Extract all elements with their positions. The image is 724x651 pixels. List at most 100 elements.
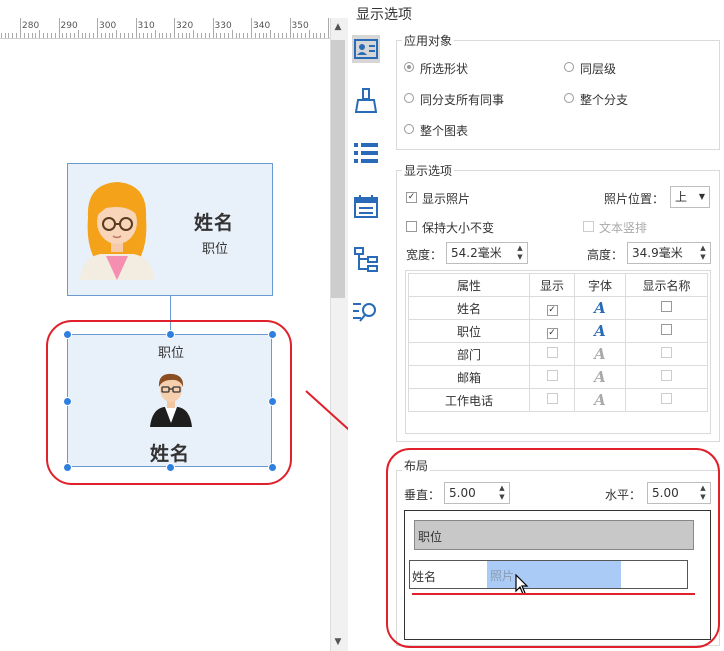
table-row[interactable]: 工作电话 A <box>408 388 708 412</box>
option-label: 同分支所有同事 <box>420 93 505 107</box>
ruler-minor-tick <box>8 33 10 38</box>
ruler-minor-tick <box>35 33 37 38</box>
ruler-minor-tick <box>62 33 64 38</box>
ruler-minor-tick <box>293 33 295 38</box>
hierarchy-icon[interactable] <box>352 246 380 274</box>
horizontal-ruler: 2802903003103203303403503 <box>0 18 330 39</box>
spin-up-icon[interactable]: ▲ <box>515 244 525 253</box>
ruler-minor-tick <box>89 33 91 38</box>
font-style-icon[interactable]: A <box>594 322 606 340</box>
apply-group-title: 应用对象 <box>402 32 455 49</box>
radio-same-level[interactable] <box>564 62 574 72</box>
height-value: 34.9毫米 <box>632 246 683 260</box>
radio-same-branch[interactable] <box>404 93 414 103</box>
option-label: 整个分支 <box>580 93 629 107</box>
scrollbar-thumb[interactable] <box>331 40 345 298</box>
ruler-minor-tick <box>31 33 33 38</box>
ruler-minor-tick <box>197 33 199 38</box>
width-spinner[interactable]: 54.2毫米 ▲ ▼ <box>446 242 528 264</box>
row-show-name-checkbox[interactable] <box>661 347 672 358</box>
row-show-name-checkbox[interactable] <box>661 324 672 335</box>
ruler-minor-tick <box>200 33 202 38</box>
radio-whole-branch[interactable] <box>564 93 574 103</box>
vertical-text-label: 文本竖排 <box>599 221 648 235</box>
ruler-minor-tick <box>166 33 168 38</box>
keep-size-checkbox[interactable] <box>406 221 417 232</box>
ruler-minor-tick <box>73 33 75 38</box>
attr-name: 邮箱 <box>408 365 530 389</box>
table-row[interactable]: 姓名 ✓ A <box>408 296 708 320</box>
ruler-minor-tick <box>147 33 149 38</box>
table-header-row: 属性 显示 字体 显示名称 <box>408 273 708 297</box>
font-style-icon[interactable]: A <box>594 391 606 409</box>
attr-name: 工作电话 <box>408 388 530 412</box>
calendar-icon[interactable] <box>352 192 380 220</box>
height-spinner[interactable]: 34.9毫米 ▲ ▼ <box>627 242 711 264</box>
row-show-checkbox[interactable]: ✓ <box>546 327 558 339</box>
ruler-minor-tick <box>235 33 237 38</box>
table-row[interactable]: 邮箱 A <box>408 365 708 389</box>
table-row[interactable]: 职位 ✓ A <box>408 319 708 343</box>
ruler-minor-tick <box>193 30 195 38</box>
header-attr: 属性 <box>408 273 530 297</box>
scroll-up-icon[interactable]: ▲ <box>333 22 343 32</box>
ruler-minor-tick <box>46 33 48 38</box>
photo-position-label: 照片位置： <box>604 192 665 206</box>
row-show-name-checkbox[interactable] <box>661 370 672 381</box>
ruler-minor-tick <box>177 33 179 38</box>
org-card-top[interactable]: 姓名 职位 <box>67 163 273 296</box>
photo-position-select[interactable]: 上 ▼ <box>670 186 710 208</box>
font-style-icon[interactable]: A <box>594 368 606 386</box>
ruler-minor-tick <box>185 33 187 38</box>
scroll-down-icon[interactable]: ▼ <box>333 637 343 647</box>
row-show-name-checkbox[interactable] <box>661 301 672 312</box>
ruler-major-tick <box>135 18 137 38</box>
spin-down-icon[interactable]: ▼ <box>698 253 708 262</box>
ruler-minor-tick <box>77 30 79 38</box>
ruler-minor-tick <box>81 33 83 38</box>
font-style-icon[interactable]: A <box>594 299 606 317</box>
ruler-minor-tick <box>277 33 279 38</box>
ruler-minor-tick <box>54 33 56 38</box>
font-style-icon[interactable]: A <box>594 345 606 363</box>
row-show-name-checkbox[interactable] <box>661 393 672 404</box>
ruler-minor-tick <box>297 33 299 38</box>
card-name: 姓名 <box>194 212 235 234</box>
vertical-text-checkbox[interactable] <box>583 221 594 232</box>
ruler-label: 310 <box>137 21 155 31</box>
ruler-minor-tick <box>108 33 110 38</box>
contact-card-icon[interactable] <box>352 35 380 63</box>
ruler-minor-tick <box>23 33 25 38</box>
header-font: 字体 <box>574 273 626 297</box>
radio-selected-shapes[interactable] <box>404 62 414 72</box>
table-row[interactable]: 部门 A <box>408 342 708 366</box>
ruler-minor-tick <box>320 33 322 38</box>
fill-bucket-icon[interactable] <box>352 87 380 115</box>
radio-whole-chart[interactable] <box>404 124 414 134</box>
ruler-minor-tick <box>43 33 45 38</box>
show-photo-checkbox[interactable]: ✓ <box>406 192 417 203</box>
ruler-label: 330 <box>214 21 232 31</box>
spin-down-icon[interactable]: ▼ <box>515 253 525 262</box>
ruler-minor-tick <box>308 30 310 38</box>
option-label: 整个图表 <box>420 124 469 138</box>
ruler-minor-tick <box>66 33 68 38</box>
row-show-checkbox[interactable]: ✓ <box>546 304 558 316</box>
ruler-minor-tick <box>189 33 191 38</box>
ruler-minor-tick <box>116 30 118 38</box>
row-show-checkbox[interactable] <box>546 393 558 404</box>
ruler-minor-tick <box>216 33 218 38</box>
row-show-checkbox[interactable] <box>546 347 558 358</box>
list-icon[interactable] <box>352 139 380 167</box>
spin-up-icon[interactable]: ▲ <box>698 244 708 253</box>
ruler-minor-tick <box>258 33 260 38</box>
ruler-minor-tick <box>85 33 87 38</box>
ruler-minor-tick <box>131 33 133 38</box>
row-show-checkbox[interactable] <box>546 370 558 381</box>
ruler-minor-tick <box>139 33 141 38</box>
ruler-minor-tick <box>285 33 287 38</box>
ruler-major-tick <box>20 18 21 38</box>
search-list-icon[interactable] <box>352 298 380 326</box>
panel-icon-bar <box>348 30 384 651</box>
ruler-minor-tick <box>254 33 256 38</box>
